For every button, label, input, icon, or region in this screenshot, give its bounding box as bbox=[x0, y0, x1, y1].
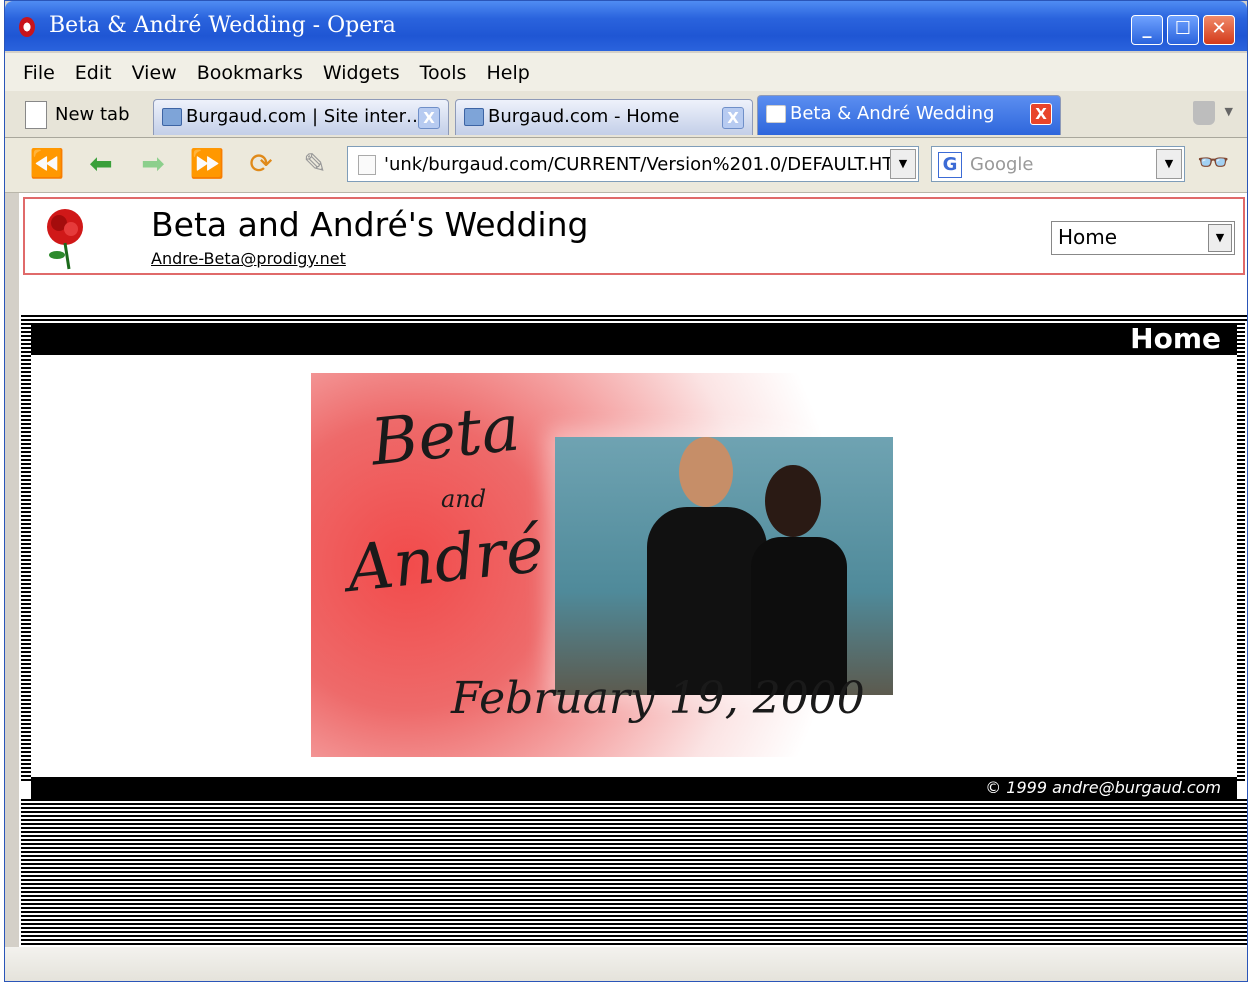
address-bar[interactable]: 'unk/burgaud.com/CURRENT/Version%201.0/D… bbox=[347, 146, 919, 182]
new-page-icon bbox=[25, 101, 47, 129]
chevron-down-icon[interactable]: ▼ bbox=[890, 149, 916, 179]
stripe-border-left bbox=[21, 319, 31, 781]
search-field[interactable]: G Google ▼ bbox=[931, 146, 1185, 182]
couple-photo bbox=[555, 437, 893, 695]
page-content: Beta and André's Wedding Andre-Beta@prod… bbox=[19, 193, 1247, 947]
banner-name-andre: André bbox=[343, 512, 548, 608]
groom-head bbox=[679, 437, 733, 507]
reload-icon[interactable]: ⟳ bbox=[243, 146, 279, 182]
fast-forward-icon[interactable]: ⏩ bbox=[189, 146, 225, 182]
trash-icon[interactable] bbox=[1193, 101, 1215, 125]
site-favicon-icon bbox=[464, 108, 484, 126]
close-tab-icon[interactable]: X bbox=[1030, 103, 1052, 125]
rose-icon bbox=[47, 209, 83, 270]
browser-window: Beta & André Wedding - Opera _ ☐ ✕ File E… bbox=[4, 0, 1248, 982]
groom bbox=[647, 507, 767, 695]
bride bbox=[751, 537, 847, 695]
menu-bookmarks[interactable]: Bookmarks bbox=[197, 62, 303, 84]
page-favicon-icon bbox=[766, 105, 786, 123]
close-window-button[interactable]: ✕ bbox=[1203, 15, 1235, 45]
edit-pencil-icon[interactable]: ✎ bbox=[297, 146, 333, 182]
tab-label: Beta & André Wedding bbox=[790, 103, 995, 124]
stripe-border-right bbox=[1237, 319, 1245, 781]
page-icon bbox=[358, 155, 376, 175]
footer-copyright: © 1999 andre@burgaud.com bbox=[31, 777, 1237, 799]
banner-name-beta: Beta bbox=[367, 391, 524, 481]
google-icon[interactable]: G bbox=[938, 152, 962, 178]
opera-logo-icon bbox=[19, 17, 35, 37]
site-favicon-icon bbox=[162, 108, 182, 126]
menu-file[interactable]: File bbox=[23, 62, 55, 84]
status-bar bbox=[5, 947, 1247, 981]
menu-tools[interactable]: Tools bbox=[420, 62, 467, 84]
menu-bar: File Edit View Bookmarks Widgets Tools Help bbox=[5, 53, 1247, 91]
tab-label: Burgaud.com - Home bbox=[488, 106, 680, 127]
glasses-icon[interactable]: 👓 bbox=[1197, 148, 1229, 178]
banner-and: and bbox=[441, 485, 487, 513]
maximize-button[interactable]: ☐ bbox=[1167, 15, 1199, 45]
title-bar: Beta & André Wedding - Opera _ ☐ ✕ bbox=[5, 1, 1247, 51]
stripe-border-bottom bbox=[21, 799, 1247, 945]
page-select-value: Home bbox=[1058, 225, 1118, 249]
new-tab-button[interactable]: New tab bbox=[25, 99, 130, 131]
rewind-icon[interactable]: ⏪ bbox=[29, 146, 65, 182]
site-title: Beta and André's Wedding bbox=[151, 205, 589, 244]
tab-bar: New tab Burgaud.com | Site inter… X Burg… bbox=[5, 91, 1247, 138]
tab-label: Burgaud.com | Site inter… bbox=[186, 106, 425, 127]
site-header: Beta and André's Wedding Andre-Beta@prod… bbox=[23, 197, 1245, 275]
chevron-down-icon[interactable]: ▼ bbox=[1208, 224, 1232, 252]
menu-view[interactable]: View bbox=[132, 62, 177, 84]
banner-date: February 19, 2000 bbox=[451, 673, 865, 724]
menu-help[interactable]: Help bbox=[486, 62, 529, 84]
tab-burgaud-site[interactable]: Burgaud.com | Site inter… X bbox=[153, 99, 449, 135]
address-text[interactable]: 'unk/burgaud.com/CURRENT/Version%201.0/D… bbox=[384, 154, 909, 175]
navigation-bar: ⏪ ⬅ ➡ ⏩ ⟳ ✎ 'unk/burgaud.com/CURRENT/Ver… bbox=[5, 138, 1247, 193]
minimize-button[interactable]: _ bbox=[1131, 15, 1163, 45]
close-tab-icon[interactable]: X bbox=[722, 107, 744, 129]
stripe-border-top bbox=[21, 315, 1247, 323]
tab-burgaud-home[interactable]: Burgaud.com - Home X bbox=[455, 99, 753, 135]
back-arrow-icon[interactable]: ⬅ bbox=[83, 146, 119, 182]
section-heading: Home bbox=[31, 323, 1237, 355]
search-placeholder[interactable]: Google bbox=[970, 154, 1033, 175]
menu-widgets[interactable]: Widgets bbox=[323, 62, 400, 84]
window-title: Beta & André Wedding - Opera bbox=[49, 13, 396, 38]
page-select[interactable]: Home ▼ bbox=[1051, 221, 1235, 255]
email-link[interactable]: Andre-Beta@prodigy.net bbox=[151, 249, 346, 268]
close-tab-icon[interactable]: X bbox=[418, 107, 440, 129]
wedding-banner-image: Beta and André February 19, 2000 bbox=[311, 373, 955, 757]
chevron-down-icon[interactable]: ▼ bbox=[1225, 105, 1233, 118]
bride-head bbox=[765, 465, 821, 537]
forward-arrow-icon[interactable]: ➡ bbox=[135, 146, 171, 182]
menu-edit[interactable]: Edit bbox=[75, 62, 112, 84]
tab-wedding[interactable]: Beta & André Wedding X bbox=[757, 95, 1061, 135]
new-tab-label: New tab bbox=[55, 104, 130, 125]
chevron-down-icon[interactable]: ▼ bbox=[1156, 149, 1182, 179]
